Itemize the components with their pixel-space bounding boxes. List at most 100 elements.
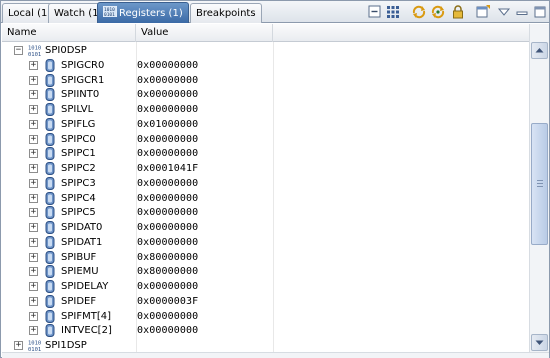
expand-icon[interactable]: + [29,61,38,70]
tab-label: Registers (1) [119,8,183,19]
lock-icon[interactable] [450,5,466,19]
expand-icon[interactable]: + [29,90,38,99]
collapse-all-icon[interactable] [367,5,383,19]
register-row[interactable]: + SPILVL 0x00000000 [2,102,529,117]
register-icon [45,295,56,308]
register-row[interactable]: + SPIDAT0 0x00000000 [2,220,529,235]
register-value[interactable]: 0x0000003F [137,294,198,309]
register-value[interactable]: 0x01000000 [137,117,198,132]
register-value[interactable]: 0x00000000 [137,87,198,102]
expand-icon[interactable]: + [29,105,38,114]
register-row[interactable]: + SPIGCR1 0x00000000 [2,73,529,88]
register-row[interactable]: + SPIBUF 0x80000000 [2,250,529,265]
register-name: SPIDELAY [61,281,109,292]
expand-icon[interactable]: + [29,208,38,217]
register-icon [45,221,56,234]
register-row[interactable]: + SPIGCR0 0x00000000 [2,58,529,73]
expand-icon[interactable]: + [29,149,38,158]
register-row[interactable]: + SPIFMT[4] 0x00000000 [2,309,529,324]
register-value[interactable]: 0x00000000 [137,132,198,147]
expand-icon[interactable]: + [29,297,38,306]
expand-icon[interactable]: + [29,223,38,232]
scroll-up-button[interactable] [531,42,548,59]
register-name: SPIGCR1 [61,75,105,86]
register-row[interactable]: + SPIPC1 0x00000000 [2,146,529,161]
register-row[interactable]: + INTVEC[2] 0x00000000 [2,323,529,338]
expand-icon[interactable]: + [29,135,38,144]
register-value[interactable]: 0x00000000 [137,102,198,117]
register-row[interactable]: + SPIDEF 0x0000003F [2,294,529,309]
vertical-scrollbar[interactable] [529,24,549,352]
register-name: SPIEMU [61,266,99,277]
register-row[interactable]: + SPIDELAY 0x00000000 [2,279,529,294]
register-value[interactable]: 0x80000000 [137,264,198,279]
register-group-row[interactable]: −1010 0101 SPI0DSP [2,43,529,58]
register-icon [45,206,56,219]
column-header: Name Value [2,24,529,42]
register-icon [45,251,56,264]
new-window-icon[interactable] [475,5,491,19]
register-value[interactable]: 0x80000000 [137,250,198,265]
register-name: INTVEC[2] [61,325,112,336]
expand-icon[interactable]: + [29,179,38,188]
expand-icon[interactable]: + [29,194,38,203]
register-value[interactable]: 0x00000000 [137,205,198,220]
register-name: SPIPC5 [61,207,96,218]
collapse-icon[interactable]: − [14,46,23,55]
register-value[interactable]: 0x00000000 [137,279,198,294]
register-name: SPIPC2 [61,163,96,174]
continuous-refresh-icon[interactable] [430,5,446,19]
expand-icon[interactable]: + [29,238,38,247]
register-value[interactable]: 0x00000000 [137,323,198,338]
register-row[interactable]: + SPIFLG 0x01000000 [2,117,529,132]
tab-label: Breakpoints [196,8,256,19]
register-row[interactable]: + SPIDAT1 0x00000000 [2,235,529,250]
register-value[interactable]: 0x00000000 [137,309,198,324]
grid-icon[interactable] [385,5,401,19]
maximize-icon[interactable] [532,5,548,19]
register-value[interactable]: 0x0001041F [137,161,198,176]
register-value[interactable]: 0x00000000 [137,235,198,250]
expand-icon[interactable]: + [29,282,38,291]
minimize-icon[interactable] [514,5,530,19]
register-icon [45,236,56,249]
register-value[interactable]: 0x00000000 [137,146,198,161]
register-row[interactable]: + SPIPC4 0x00000000 [2,191,529,206]
register-name: SPIFMT[4] [61,311,111,322]
column-name-header[interactable]: Name [2,24,136,42]
register-name: SPIGCR0 [61,60,105,71]
expand-icon[interactable]: + [29,120,38,129]
tab-breakpoints[interactable]: Breakpoints [190,3,262,23]
register-value[interactable]: 0x00000000 [137,191,198,206]
register-row[interactable]: + SPIPC5 0x00000000 [2,205,529,220]
register-icon [45,88,56,101]
column-value-header[interactable]: Value [136,24,273,42]
refresh-icon[interactable] [411,5,427,19]
tab-registers[interactable]: 10100101 Registers (1)✕ [97,2,198,23]
scrollbar-thumb[interactable] [531,123,548,245]
expand-icon[interactable]: + [29,253,38,262]
register-value[interactable]: 0x00000000 [137,73,198,88]
register-icon [45,310,56,323]
expand-icon[interactable]: + [29,267,38,276]
register-row[interactable]: + SPIPC0 0x00000000 [2,132,529,147]
register-name: SPIPC0 [61,134,96,145]
expand-icon[interactable]: + [29,76,38,85]
register-name: SPIDAT1 [61,237,103,248]
register-value[interactable]: 0x00000000 [137,176,198,191]
register-row[interactable]: + SPIPC3 0x00000000 [2,176,529,191]
register-icon [45,280,56,293]
register-group-row[interactable]: +1010 0101 SPI1DSP [2,338,529,352]
register-row[interactable]: + SPIEMU 0x80000000 [2,264,529,279]
register-value[interactable]: 0x00000000 [137,220,198,235]
scroll-down-button[interactable] [531,334,548,351]
view-menu-icon[interactable] [496,5,512,19]
register-icon [45,324,56,337]
register-row[interactable]: + SPIINT0 0x00000000 [2,87,529,102]
register-row[interactable]: + SPIPC2 0x0001041F [2,161,529,176]
expand-icon[interactable]: + [29,326,38,335]
expand-icon[interactable]: + [29,312,38,321]
expand-icon[interactable]: + [14,341,23,350]
expand-icon[interactable]: + [29,164,38,173]
register-value[interactable]: 0x00000000 [137,58,198,73]
